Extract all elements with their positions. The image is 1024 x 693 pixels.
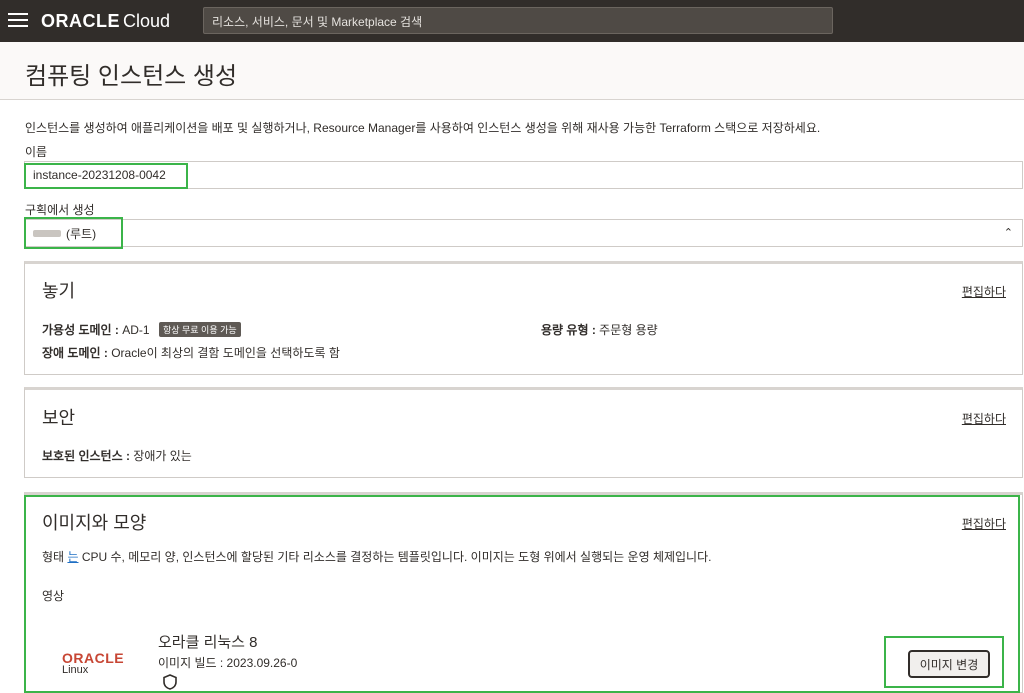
- image-name: 오라클 리눅스 8: [158, 634, 258, 651]
- logo-product: Cloud: [123, 11, 171, 31]
- chevron-updown-icon: ⌃: [1003, 227, 1013, 239]
- logo-brand: ORACLE: [41, 11, 120, 31]
- compartment-select[interactable]: (루트) ⌃: [24, 219, 1023, 247]
- ad-value: AD-1: [122, 323, 150, 337]
- name-label: 이름: [25, 145, 48, 159]
- always-free-badge: 항상 무료 이용 가능: [158, 322, 241, 337]
- image-shape-title: 이미지와 모양: [42, 513, 147, 533]
- oracle-cloud-logo[interactable]: ORACLE Cloud: [41, 11, 170, 32]
- shielded-value: 장애가 있는: [133, 449, 192, 463]
- name-input[interactable]: instance-20231208-0042: [24, 161, 1023, 189]
- build-label: 이미지 빌드 :: [158, 656, 224, 670]
- compartment-label: 구획에서 생성: [25, 203, 95, 217]
- fault-domain: 장애 도메인 : Oracle이 최상의 결함 도메인을 선택하도록 함: [42, 344, 340, 361]
- image-shape-description: 형태 는 CPU 수, 메모리 양, 인스턴스에 할당된 기타 리소스를 결정하…: [42, 548, 711, 565]
- image-shape-card: 이미지와 모양 편집하다 형태 는 CPU 수, 메모리 양, 인스턴스에 할당…: [24, 492, 1023, 693]
- top-bar: ORACLE Cloud 리소스, 서비스, 문서 및 Marketplace 검…: [0, 0, 1024, 42]
- ad-label: 가용성 도메인 :: [42, 323, 119, 337]
- capacity-type: 용량 유형 : 주문형 용량: [541, 321, 658, 338]
- security-edit-link[interactable]: 편집하다: [962, 410, 1006, 427]
- oracle-linux-logo-sub: Linux: [62, 664, 89, 676]
- capacity-value: 주문형 용량: [599, 323, 658, 337]
- placement-title: 놓기: [42, 281, 76, 301]
- shielded-instance: 보호된 인스턴스 : 장애가 있는: [42, 447, 192, 464]
- desc-prefix: 형태: [42, 550, 65, 564]
- search-input[interactable]: 리소스, 서비스, 문서 및 Marketplace 검색: [203, 7, 833, 34]
- page-description: 인스턴스를 생성하여 애플리케이션을 배포 및 실행하거나, Resource …: [25, 121, 821, 135]
- change-image-button[interactable]: 이미지 변경: [908, 650, 990, 678]
- image-label: 영상: [42, 589, 65, 603]
- placement-card: 놓기 편집하다 가용성 도메인 : AD-1 항상 무료 이용 가능 용량 유형…: [24, 261, 1023, 375]
- menu-icon[interactable]: [8, 13, 28, 29]
- availability-domain: 가용성 도메인 : AD-1 항상 무료 이용 가능: [42, 321, 241, 338]
- placement-edit-link[interactable]: 편집하다: [962, 283, 1006, 300]
- security-title: 보안: [42, 408, 76, 428]
- build-value: 2023.09.26-0: [226, 656, 298, 670]
- page-header: 컴퓨팅 인스턴스 생성: [0, 42, 1024, 100]
- name-value: instance-20231208-0042: [33, 168, 166, 182]
- shielded-label: 보호된 인스턴스 :: [42, 449, 130, 463]
- compartment-value: (루트): [66, 226, 97, 241]
- fd-label: 장애 도메인 :: [42, 346, 108, 360]
- shield-icon: [163, 674, 177, 690]
- page-title: 컴퓨팅 인스턴스 생성: [25, 63, 238, 90]
- desc-rest: CPU 수, 메모리 양, 인스턴스에 할당된 기타 리소스를 결정하는 템플릿…: [81, 550, 712, 564]
- fd-value: Oracle이 최상의 결함 도메인을 선택하도록 함: [111, 346, 340, 360]
- redacted-tenancy: [33, 229, 61, 237]
- image-shape-edit-link[interactable]: 편집하다: [962, 515, 1006, 532]
- capacity-label: 용량 유형 :: [541, 323, 596, 337]
- security-card: 보안 편집하다 보호된 인스턴스 : 장애가 있는: [24, 387, 1023, 478]
- image-build: 이미지 빌드 : 2023.09.26-0: [158, 654, 297, 671]
- shape-link[interactable]: 는: [67, 550, 78, 564]
